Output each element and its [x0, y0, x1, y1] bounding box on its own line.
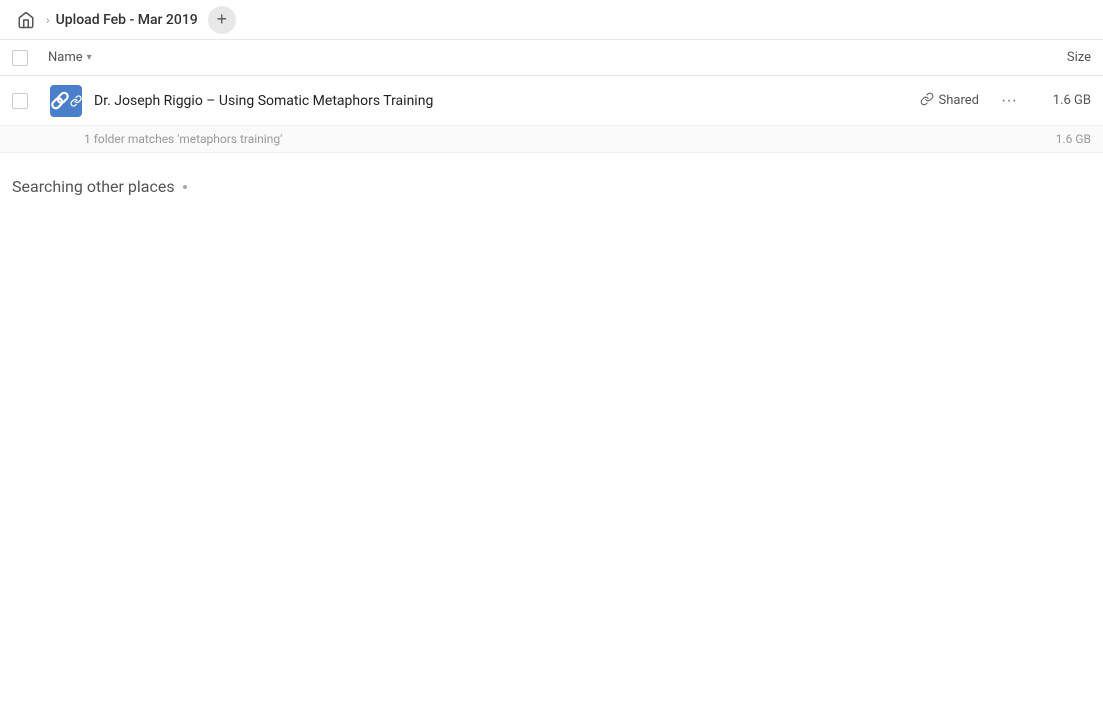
shared-badge: Shared — [920, 92, 979, 110]
searching-section: Searching other places — [0, 153, 1103, 208]
shared-folder-icon — [50, 85, 82, 117]
select-all-checkbox[interactable] — [12, 50, 48, 66]
match-info-text: 1 folder matches 'metaphors training' — [84, 132, 1031, 146]
folder-icon — [48, 83, 84, 119]
breadcrumb-title: Upload Feb - Mar 2019 — [56, 12, 198, 28]
file-row-checkbox[interactable] — [12, 93, 48, 109]
header-bar: › Upload Feb - Mar 2019 + — [0, 0, 1103, 40]
table-header: Name ▾ Size — [0, 40, 1103, 76]
checkbox-all[interactable] — [12, 50, 28, 66]
match-info-row: 1 folder matches 'metaphors training' 1.… — [0, 126, 1103, 153]
name-column-header[interactable]: Name ▾ — [48, 50, 1011, 65]
sort-arrow-icon: ▾ — [87, 52, 92, 63]
breadcrumb-chevron: › — [46, 13, 50, 27]
loading-indicator — [183, 185, 187, 189]
shared-label: Shared — [939, 93, 979, 108]
more-options-button[interactable]: ··· — [995, 87, 1023, 115]
searching-title: Searching other places — [12, 177, 1091, 196]
file-size: 1.6 GB — [1031, 93, 1091, 108]
file-name: Dr. Joseph Riggio – Using Somatic Metaph… — [94, 93, 920, 109]
add-button[interactable]: + — [208, 6, 236, 34]
size-column-header: Size — [1011, 50, 1091, 65]
match-info-size: 1.6 GB — [1031, 132, 1091, 146]
file-row[interactable]: Dr. Joseph Riggio – Using Somatic Metaph… — [0, 76, 1103, 126]
home-button[interactable] — [12, 6, 40, 34]
link-icon — [920, 92, 934, 110]
